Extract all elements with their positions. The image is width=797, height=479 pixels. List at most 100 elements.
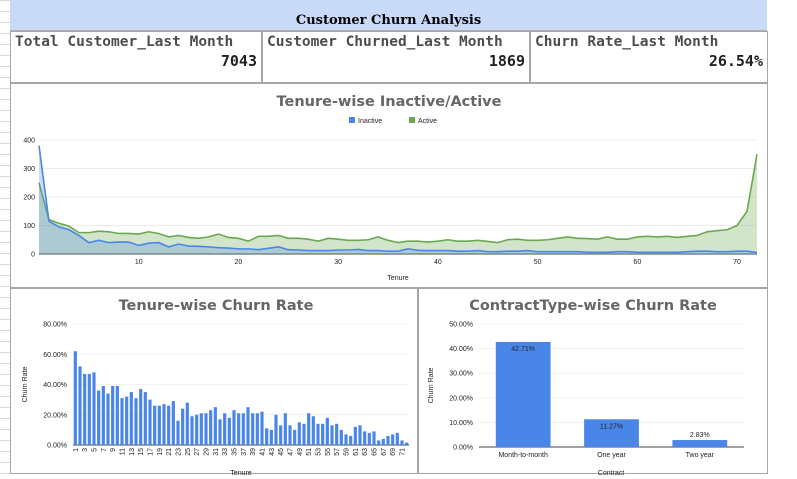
x-tick-label: 9 — [110, 448, 117, 452]
bar-tenure-30 — [209, 410, 213, 445]
bar-tenure-8 — [106, 393, 110, 445]
bar-tenure-4 — [87, 373, 91, 445]
bar-contract-month-to-month — [495, 341, 551, 447]
x-tick-label: 57 — [334, 448, 341, 456]
bar-contract-two-year — [672, 440, 728, 447]
x-tick-label: 50 — [534, 259, 542, 266]
x-tick-label: One year — [597, 452, 626, 459]
bar-tenure-14 — [134, 398, 138, 445]
x-tick-label: 19 — [157, 448, 164, 456]
bar-tenure-5 — [92, 372, 96, 445]
bar-tenure-28 — [199, 413, 203, 445]
bar-tenure-34 — [227, 417, 231, 445]
x-tick-label: 17 — [148, 448, 155, 456]
bar-tenure-24 — [181, 408, 185, 445]
x-tick-label: 29 — [204, 448, 211, 456]
y-axis-title: Churn Rate — [428, 367, 435, 403]
bar-tenure-26 — [190, 416, 194, 445]
bar-tenure-43 — [269, 429, 273, 445]
x-tick-label: 1 — [73, 448, 80, 452]
tenure-churn-chart: Tenure-wise Churn Rate 0.00% 20.00% 40.00% 6… — [22, 298, 409, 477]
bar-tenure-17 — [148, 399, 152, 445]
kpi-total-customers: Total Customer_Last Month 7043 — [10, 31, 262, 83]
x-tick-label: 51 — [306, 448, 313, 456]
bar-tenure-36 — [237, 413, 241, 445]
bar-tenure-27 — [195, 414, 199, 445]
bar-tenure-6 — [97, 390, 101, 445]
page-title: Customer Churn Analysis — [295, 13, 482, 28]
x-axis-title: Contract — [598, 470, 625, 475]
bar-tenure-16 — [143, 392, 147, 445]
x-tick-label: 59 — [344, 448, 351, 456]
bar-tenure-45 — [279, 425, 283, 445]
bar-tenure-31 — [213, 407, 217, 445]
bar-tenure-61 — [353, 426, 357, 445]
chart-title: ContractType-wise Churn Rate — [469, 298, 717, 314]
y-tick-label: 10.00% — [449, 420, 473, 427]
kpi-value: 26.54% — [708, 52, 763, 70]
x-tick-label: 10 — [135, 259, 143, 266]
tenure-churn-panel: Tenure-wise Churn Rate 0.00% 20.00% 40.00% 6… — [10, 288, 418, 477]
chart-title: Tenure-wise Churn Rate — [119, 298, 314, 314]
x-axis-title: Tenure — [387, 275, 409, 282]
bar-tenure-39 — [251, 413, 255, 445]
y-tick-label: 0 — [31, 252, 35, 259]
bar-tenure-57 — [335, 423, 339, 445]
bar-tenure-60 — [349, 435, 353, 445]
x-tick-label: 47 — [288, 448, 295, 456]
x-tick-label: 49 — [297, 448, 304, 456]
bar-tenure-70 — [395, 432, 399, 445]
x-tick-label: 63 — [362, 448, 369, 456]
chart-legend: Inactive Active — [349, 117, 437, 125]
bar-tenure-29 — [204, 413, 208, 445]
bar-tenure-23 — [176, 420, 180, 445]
bar-tenure-62 — [358, 425, 362, 445]
y-tick-label: 30.00% — [449, 371, 473, 378]
x-tick-label: 20 — [235, 259, 243, 266]
x-tick-label: 70 — [733, 259, 741, 266]
bar-tenure-19 — [157, 405, 161, 445]
kpi-label: Customer Churned_Last Month — [267, 34, 503, 50]
bar-tenure-67 — [381, 438, 385, 445]
y-tick-label: 100 — [23, 223, 35, 230]
y-tick-label: 40.00% — [43, 382, 67, 389]
x-tick-label: 15 — [138, 448, 145, 456]
bar-tenure-59 — [344, 434, 348, 445]
tenure-activity-panel: Tenure-wise Inactive/Active Inactive Activ… — [10, 83, 768, 288]
data-label: 2.83% — [690, 432, 710, 439]
x-tick-label: 13 — [129, 448, 136, 456]
bar-tenure-25 — [185, 402, 189, 445]
x-tick-label: 11 — [120, 448, 127, 455]
y-tick-label: 300 — [23, 166, 35, 173]
bar-tenure-42 — [265, 428, 269, 445]
kpi-churn-rate: Churn Rate_Last Month 26.54% — [530, 31, 768, 83]
contract-churn-panel: ContractType-wise Churn Rate 0.00% 10.00% 2… — [418, 288, 768, 477]
bar-tenure-41 — [260, 411, 264, 445]
x-tick-label: 39 — [250, 448, 257, 456]
legend-swatch — [349, 117, 355, 123]
y-tick-label: 40.00% — [449, 346, 473, 353]
bar-tenure-44 — [274, 414, 278, 445]
y-tick-label: 400 — [23, 138, 35, 145]
x-tick-label: 41 — [260, 448, 267, 456]
bar-tenure-65 — [372, 431, 376, 445]
bar-tenure-11 — [120, 398, 124, 445]
x-tick-label: 65 — [372, 448, 379, 456]
x-tick-label: 33 — [222, 448, 229, 456]
x-tick-label: 45 — [278, 448, 285, 456]
bar-tenure-18 — [153, 405, 157, 445]
bar-tenure-20 — [162, 404, 166, 445]
x-tick-label: 55 — [325, 448, 332, 456]
bar-tenure-68 — [386, 435, 390, 445]
legend-label: Active — [418, 118, 437, 125]
x-tick-label: 43 — [269, 448, 276, 456]
bar-tenure-64 — [367, 432, 371, 445]
legend-swatch — [409, 117, 415, 123]
kpi-label: Total Customer_Last Month — [15, 34, 234, 50]
bar-tenure-48 — [293, 429, 297, 445]
bar-tenure-51 — [307, 413, 311, 445]
y-tick-label: 80.00% — [43, 322, 67, 329]
x-axis-title: Tenure — [230, 470, 252, 475]
bar-tenure-72 — [405, 442, 409, 445]
x-tick-label: 67 — [381, 448, 388, 456]
